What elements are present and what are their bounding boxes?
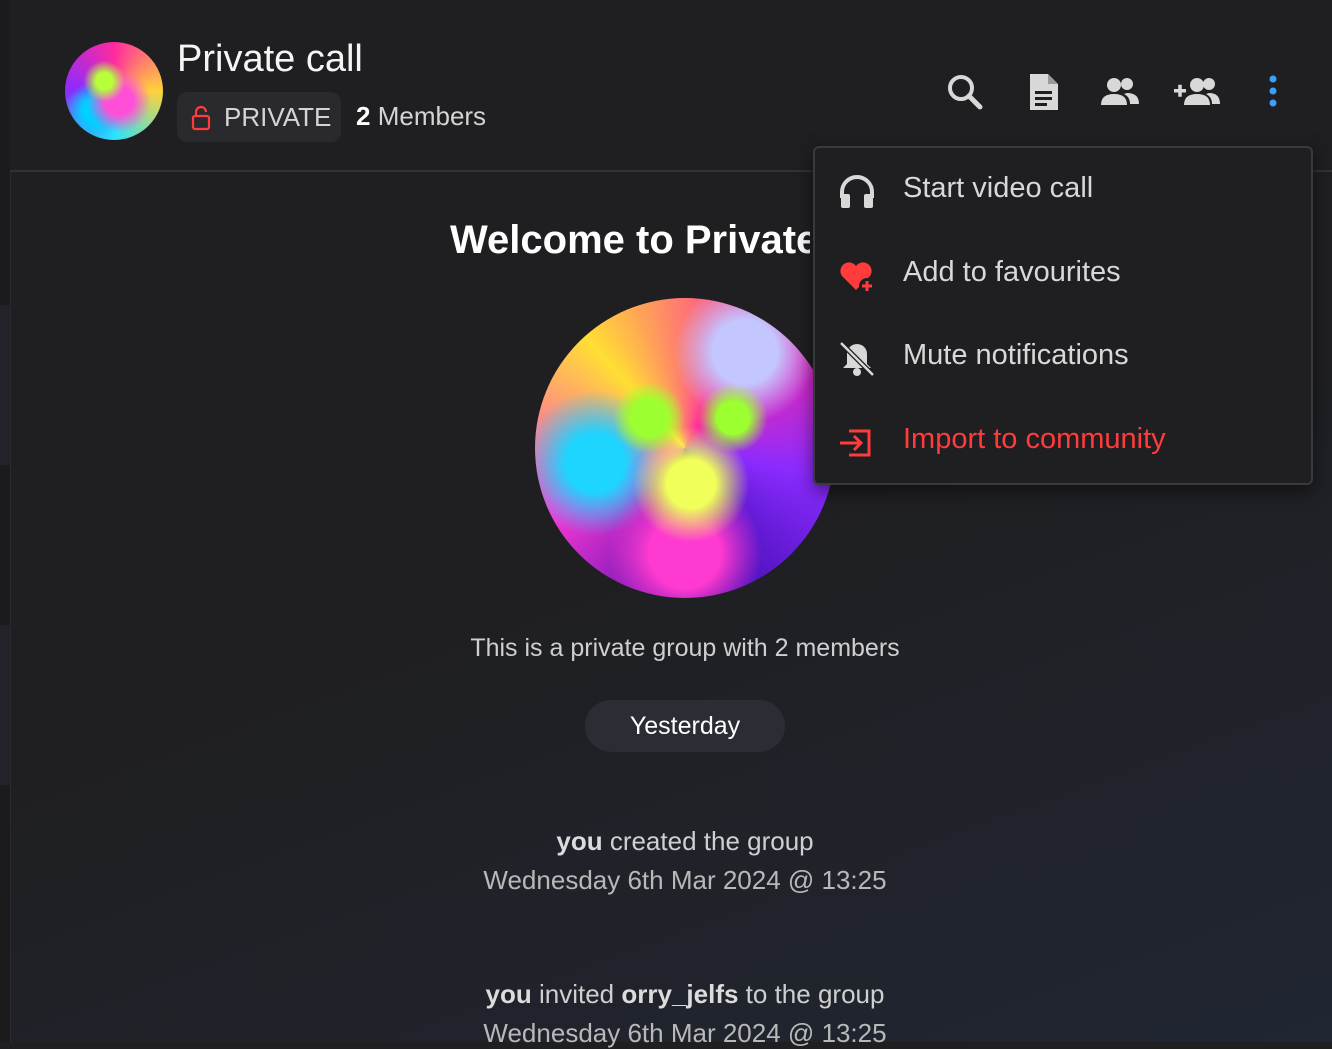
menu-item-label: Import to community xyxy=(903,423,1166,455)
group-event: you created the group Wednesday 6th Mar … xyxy=(0,826,1332,896)
group-event: you invited orry_jelfs to the group Wedn… xyxy=(0,979,1332,1049)
event-actor: you xyxy=(556,826,603,856)
event-action-tail: to the group xyxy=(738,979,885,1009)
privacy-badge: PRIVATE xyxy=(177,92,341,142)
add-member-icon[interactable] xyxy=(1173,72,1221,112)
event-timestamp: Wednesday 6th Mar 2024 @ 13:25 xyxy=(483,865,887,895)
menu-item-add-to-favourites[interactable]: Add to favourites xyxy=(815,234,1311,314)
member-count[interactable]: 2 Members xyxy=(356,101,486,132)
member-count-number: 2 xyxy=(356,101,371,131)
event-action: created the group xyxy=(602,826,814,856)
more-vert-icon[interactable] xyxy=(1263,72,1283,112)
event-text: you invited orry_jelfs to the group xyxy=(0,979,1332,1010)
event-text: you created the group xyxy=(0,826,1332,857)
event-target-user[interactable]: orry_jelfs xyxy=(621,979,738,1009)
privacy-label: PRIVATE xyxy=(224,102,332,132)
chat-title: Private call xyxy=(177,38,363,80)
search-icon[interactable] xyxy=(945,72,985,112)
document-icon[interactable] xyxy=(1023,72,1063,112)
event-actor: you xyxy=(485,979,532,1009)
members-icon[interactable] xyxy=(1100,72,1140,112)
member-count-label: Members xyxy=(377,101,487,131)
welcome-title: Welcome to Private xyxy=(450,218,810,262)
bell-off-icon xyxy=(837,339,877,379)
menu-item-label: Start video call xyxy=(903,172,1094,204)
group-avatar-large xyxy=(535,298,835,598)
event-action: invited xyxy=(531,979,622,1009)
sidebar-edge-segment xyxy=(0,305,10,465)
import-icon xyxy=(837,423,877,463)
menu-item-label: Add to favourites xyxy=(903,256,1121,288)
conversation-options-menu: Start video call Add to favourites Mute … xyxy=(813,146,1313,485)
menu-item-mute-notifications[interactable]: Mute notifications xyxy=(815,317,1311,397)
heart-plus-icon xyxy=(837,256,877,296)
group-avatar[interactable] xyxy=(65,42,163,140)
menu-item-label: Mute notifications xyxy=(903,339,1129,371)
headphones-icon xyxy=(837,172,877,212)
welcome-subtitle: This is a private group with 2 members xyxy=(470,634,900,662)
menu-item-start-video-call[interactable]: Start video call xyxy=(815,150,1311,230)
event-timestamp: Wednesday 6th Mar 2024 @ 13:25 xyxy=(483,1018,887,1048)
lock-icon xyxy=(191,105,211,136)
date-divider: Yesterday xyxy=(585,700,785,752)
menu-item-import-to-community[interactable]: Import to community xyxy=(815,401,1311,481)
